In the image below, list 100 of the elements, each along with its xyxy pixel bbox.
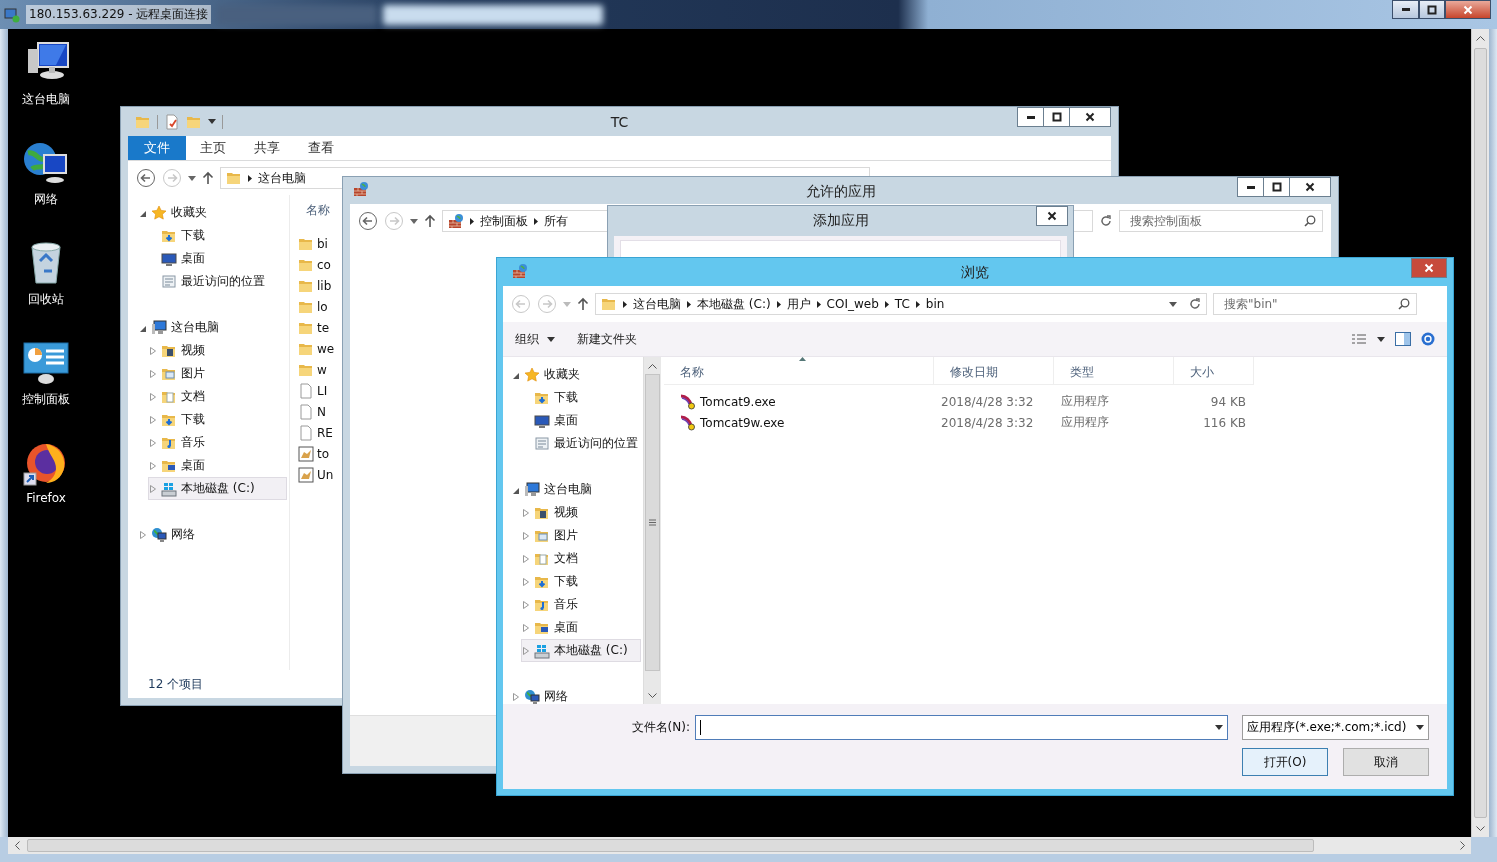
maximize-button[interactable] [1419,0,1445,19]
tree-item[interactable]: 网络 [138,523,287,546]
tree-item[interactable]: 收藏夹 [511,363,641,386]
column-header[interactable]: 名称 [664,357,934,384]
tree-item[interactable]: 这台电脑 [138,316,287,339]
expand-arrow-icon[interactable] [149,368,157,379]
ribbon-tab[interactable]: 共享 [240,136,294,160]
desktop-icon-label[interactable]: 控制面板 [22,391,70,408]
tree-item[interactable]: 桌面 [521,409,641,432]
file-item[interactable]: we [290,338,335,359]
file-item[interactable]: to [290,443,330,464]
scrollbar[interactable] [1471,29,1489,837]
file-item[interactable]: bi [290,233,328,254]
maximize-button[interactable] [1043,107,1070,127]
tree-item[interactable]: 下载 [521,570,641,593]
file-item[interactable]: w [290,359,327,380]
file-item[interactable]: N [290,401,326,422]
expand-arrow-icon[interactable] [522,553,530,564]
file-name-field[interactable] [695,715,1228,740]
search-field[interactable]: 搜索"bin" [1213,293,1417,315]
tree-item[interactable]: 视频 [521,501,641,524]
file-item[interactable]: lib [290,275,332,296]
file-item[interactable]: te [290,317,330,338]
expand-arrow-icon[interactable] [149,345,157,356]
expand-arrow-icon[interactable] [522,599,530,610]
file-item[interactable]: RE [290,422,333,443]
breadcrumb-item[interactable]: 本地磁盘 (C:) [697,295,771,313]
toolbar-button[interactable]: 新建文件夹 [577,330,637,348]
desktop-icon-label[interactable]: Firefox [26,491,66,505]
search-field[interactable]: 搜索控制面板 [1119,210,1323,232]
tree-item[interactable]: 图片 [521,524,641,547]
file-item[interactable]: Un [290,464,334,485]
expand-arrow-icon[interactable] [522,576,530,587]
close-button[interactable] [1036,206,1068,226]
expand-arrow-icon[interactable] [149,460,157,471]
expand-arrow-icon[interactable] [522,645,530,656]
tree-item[interactable]: 本地磁盘 (C:) [521,639,641,662]
cancel-button[interactable]: 取消 [1343,748,1429,776]
file-row[interactable]: Tomcat9w.exe 2018/4/28 3:32 应用程序 116 KB [664,412,1447,433]
breadcrumb-item[interactable]: TC [894,297,910,311]
tree-item[interactable]: 收藏夹 [138,201,287,224]
file-row[interactable]: Tomcat9.exe 2018/4/28 3:32 应用程序 94 KB [664,391,1447,412]
ribbon-tab[interactable]: 主页 [186,136,240,160]
breadcrumb-item[interactable]: 用户 [786,295,811,313]
tree-item[interactable]: 文档 [521,547,641,570]
tree-item[interactable]: 最近访问的位置 [521,432,641,455]
tree-item[interactable]: 本地磁盘 (C:) [148,477,287,500]
expand-arrow-icon[interactable] [522,622,530,633]
maximize-button[interactable] [1263,177,1290,197]
breadcrumb-item[interactable]: bin [925,297,945,311]
scrollbar[interactable] [8,837,1471,854]
expand-arrow-icon[interactable] [512,691,520,702]
file-item[interactable]: lo [290,296,328,317]
tree-item[interactable]: 图片 [148,362,287,385]
expand-arrow-icon[interactable] [149,437,157,448]
file-type-dropdown[interactable]: 应用程序(*.exe;*.com;*.icd) [1242,715,1429,740]
close-button[interactable] [1445,0,1491,19]
tree-item[interactable]: 下载 [521,386,641,409]
ribbon-tab[interactable]: 文件 [128,136,186,160]
column-header[interactable]: 类型 [1054,357,1174,384]
tree-item[interactable]: 最近访问的位置 [148,270,287,293]
breadcrumb-item[interactable]: 所有 [544,212,568,230]
tree-item[interactable]: 下载 [148,224,287,247]
scrollbar[interactable] [643,357,661,704]
tree-item[interactable]: 视频 [148,339,287,362]
minimize-button[interactable] [1237,177,1264,197]
ribbon-tab[interactable]: 查看 [294,136,348,160]
tree-item[interactable]: 这台电脑 [511,478,641,501]
tree-item[interactable]: 网络 [511,685,641,708]
expand-arrow-icon[interactable] [522,507,530,518]
desktop-icon-label[interactable]: 这台电脑 [22,91,70,108]
desktop-icon-label[interactable]: 回收站 [28,291,64,308]
organize-menu[interactable]: 组织 [515,330,555,348]
desktop-icon-label[interactable]: 网络 [34,191,58,208]
column-header[interactable]: 名称 [306,202,330,219]
tree-item[interactable]: 音乐 [521,593,641,616]
file-item[interactable]: co [290,254,331,275]
file-item[interactable]: LI [290,380,328,401]
minimize-button[interactable] [1392,0,1419,19]
minimize-button[interactable] [1017,107,1044,127]
tree-item[interactable]: 桌面 [521,616,641,639]
breadcrumb-item[interactable]: 这台电脑 [633,295,681,313]
column-header[interactable]: 大小 [1174,357,1254,384]
tree-item[interactable]: 音乐 [148,431,287,454]
expand-arrow-icon[interactable] [149,391,157,402]
tree-item[interactable]: 桌面 [148,454,287,477]
expand-arrow-icon[interactable] [149,483,157,494]
close-button[interactable] [1289,177,1331,197]
expand-arrow-icon[interactable] [522,530,530,541]
tree-item[interactable]: 下载 [148,408,287,431]
tree-item[interactable]: 桌面 [148,247,287,270]
expand-arrow-icon[interactable] [139,529,147,540]
open-button[interactable]: 打开(O) [1242,748,1328,776]
expand-arrow-icon[interactable] [149,414,157,425]
close-button[interactable] [1069,107,1111,127]
column-header[interactable]: 修改日期 [934,357,1054,384]
breadcrumb-item[interactable]: 这台电脑 [258,169,306,187]
breadcrumb-item[interactable]: 控制面板 [480,212,528,230]
breadcrumb-item[interactable]: COI_web [826,297,879,311]
tree-item[interactable]: 文档 [148,385,287,408]
